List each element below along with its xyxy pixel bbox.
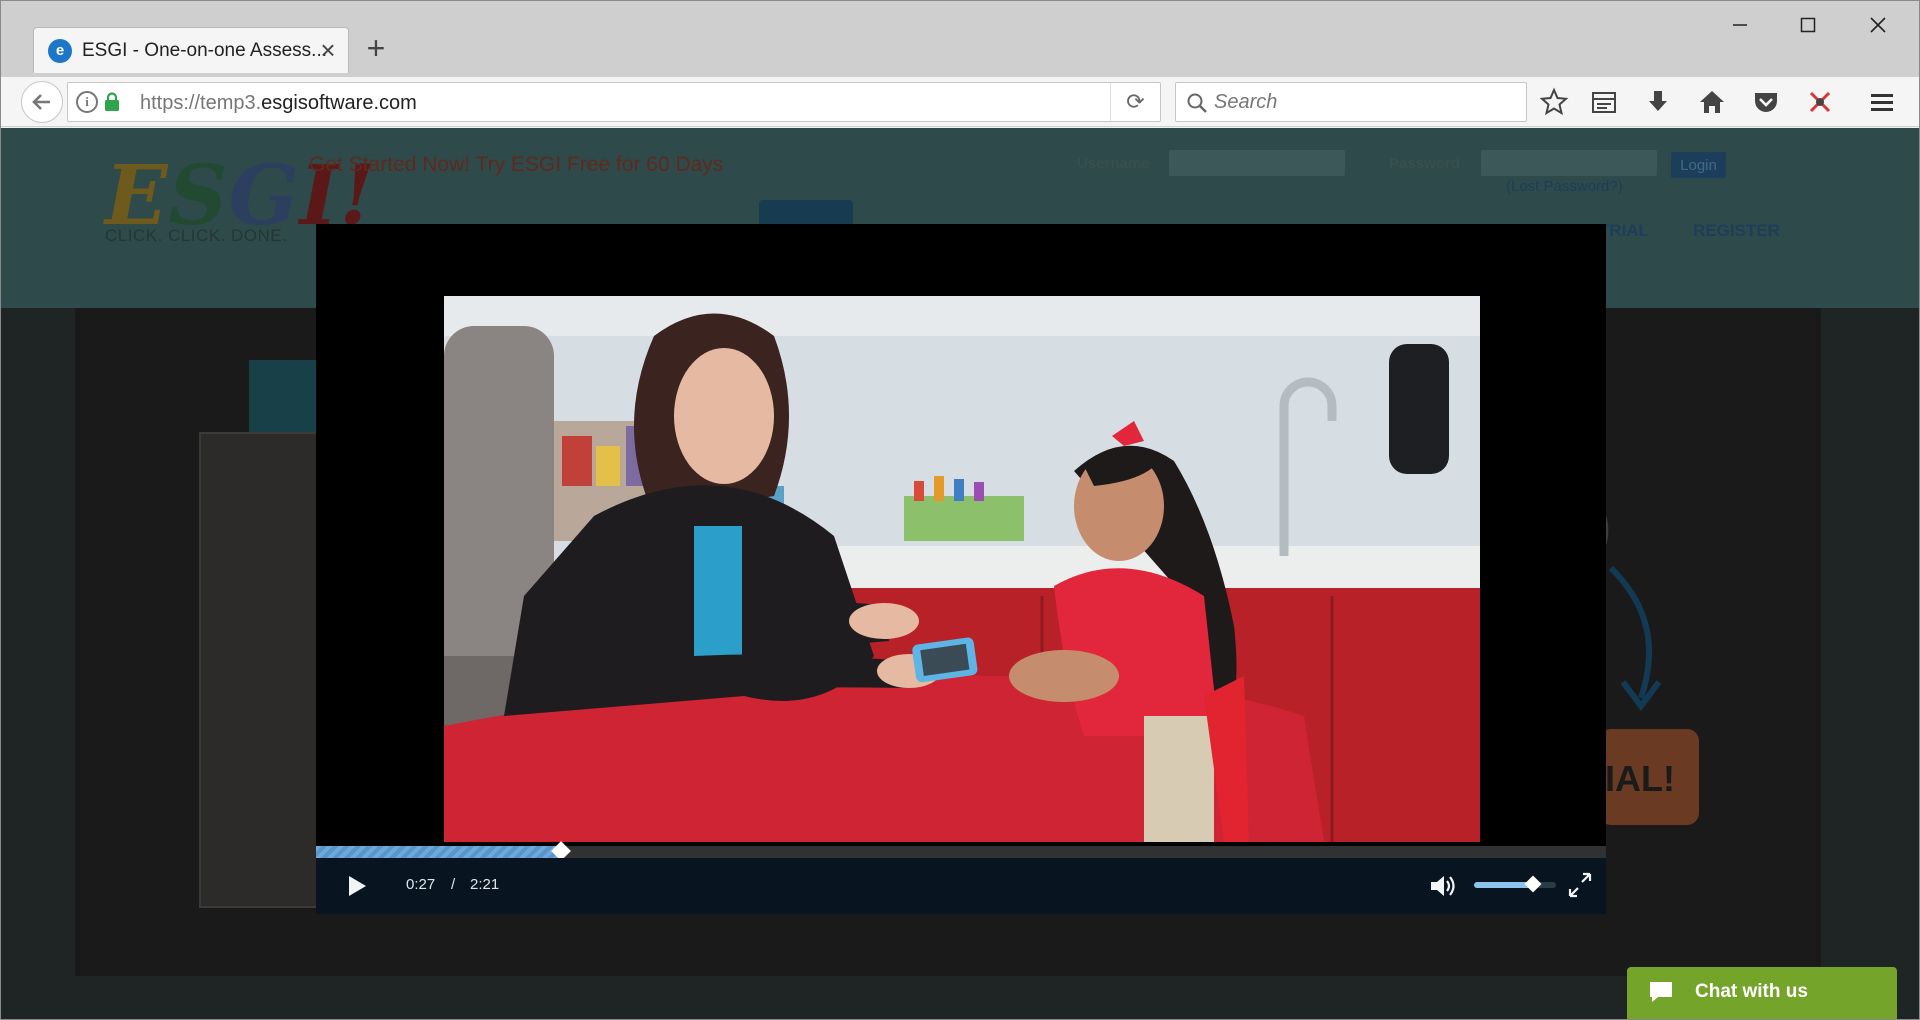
tab-strip: e ESGI - One-on-one Assess... × + [1,1,1919,77]
reload-icon[interactable]: ⟳ [1110,83,1160,121]
volume-slider-knob[interactable] [1524,875,1542,893]
search-box[interactable] [1175,82,1527,122]
logo-tagline: CLICK. CLICK. DONE. [105,226,288,245]
reading-list-icon[interactable] [1589,87,1619,117]
video-lightbox: 0:27 / 2:21 [316,224,1606,914]
navigation-toolbar: i https://temp3.esgisoftware.com ⟳ [1,77,1919,127]
home-icon[interactable] [1697,87,1727,117]
url-domain: esgisoftware.com [261,92,417,114]
search-input[interactable] [1214,89,1514,115]
free-trial-cta-text: IAL! [1605,758,1675,799]
search-icon [1187,93,1207,113]
new-tab-button[interactable]: + [359,31,393,65]
video-still-image [444,296,1480,842]
minimize-button[interactable] [1713,7,1767,43]
chat-bubble-icon [1650,982,1672,1002]
site-favicon-icon: e [48,39,72,63]
time-separator: / [451,876,456,893]
info-icon[interactable]: i [76,91,98,113]
video-progress-fill [316,846,562,858]
volume-icon[interactable] [1428,871,1458,901]
menu-icon[interactable] [1867,87,1897,117]
video-duration: 2:21 [470,876,500,893]
video-controls: 0:27 / 2:21 [316,858,1606,914]
address-bar[interactable]: i https://temp3.esgisoftware.com ⟳ [67,82,1161,122]
username-field[interactable] [1169,150,1345,176]
url-text: https://temp3.esgisoftware.com [140,92,417,115]
video-progress-bar[interactable] [316,841,1606,861]
download-icon[interactable] [1643,87,1673,117]
lock-icon [105,92,119,111]
close-window-button[interactable] [1851,7,1905,43]
current-time: 0:27 [406,876,436,893]
curved-arrow-icon [1608,565,1662,711]
nav-register[interactable]: REGISTER [1693,221,1780,241]
promo-link[interactable]: Get Started Now! Try ESGI Free for 60 Da… [309,153,723,177]
web-page: ESGI! CLICK. CLICK. DONE. Get Started No… [1,128,1919,1019]
password-label: Password [1389,155,1460,172]
chat-label: Chat with us [1695,981,1808,1002]
password-field[interactable] [1481,150,1657,176]
chat-with-us-button[interactable]: Chat with us [1627,967,1897,1019]
nav-free-trial[interactable]: TRIAL [1599,221,1649,241]
play-icon[interactable] [342,872,370,900]
url-prefix: https://temp3. [140,92,262,114]
bookmark-star-icon[interactable] [1539,87,1569,117]
back-button[interactable] [21,81,63,123]
tab-title: ESGI - One-on-one Assess... [82,40,327,61]
fullscreen-icon[interactable] [1566,870,1594,900]
lost-password-link[interactable]: (Lost Password?) [1506,178,1623,195]
extension-icon[interactable] [1805,87,1835,117]
browser-tab[interactable]: e ESGI - One-on-one Assess... × [33,27,349,73]
volume-slider[interactable] [1474,875,1556,893]
login-button[interactable]: Login [1671,152,1726,178]
username-label: Username [1077,155,1150,172]
maximize-button[interactable] [1781,7,1835,43]
video-frame[interactable] [444,296,1480,842]
pocket-icon[interactable] [1751,87,1781,117]
browser-window: e ESGI - One-on-one Assess... × + i http… [0,0,1920,1020]
tab-close-icon[interactable]: × [314,34,342,66]
